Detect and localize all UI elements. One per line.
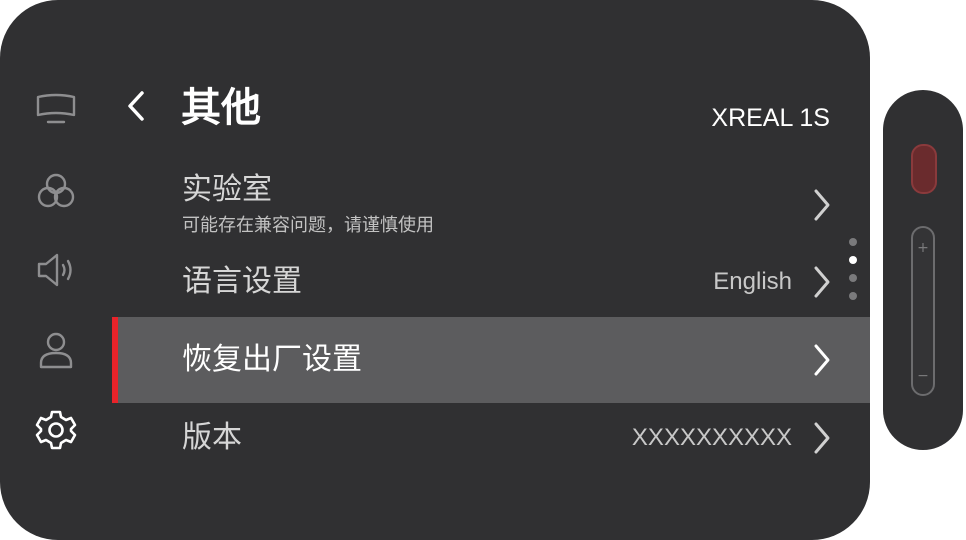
volume-slider[interactable]: + − <box>911 226 935 396</box>
selection-indicator <box>112 317 118 403</box>
menu-item-subtitle: 可能存在兼容问题，请谨慎使用 <box>182 215 434 236</box>
chevron-left-icon <box>126 90 146 126</box>
device-name: XREAL 1S <box>711 104 830 132</box>
chevron-right-icon <box>810 187 834 223</box>
chevron-right-icon <box>810 264 834 300</box>
menu-item-version[interactable]: 版本 XXXXXXXXXX <box>112 408 870 470</box>
volume-plus-icon: + <box>917 240 929 256</box>
power-button[interactable] <box>911 144 937 194</box>
gear-icon <box>35 409 77 451</box>
version-value: XXXXXXXXXX <box>631 424 792 451</box>
menu-item-label: 实验室 <box>182 172 272 207</box>
sidebar-item-account[interactable] <box>34 328 78 372</box>
sidebar-item-other[interactable] <box>34 408 78 452</box>
chevron-right-icon <box>810 342 834 378</box>
back-button[interactable] <box>118 88 154 128</box>
menu-item-label: 语言设置 <box>182 264 302 299</box>
speaker-icon <box>35 250 77 290</box>
menu-item-language[interactable]: 语言设置 English <box>112 252 870 314</box>
user-icon <box>36 330 76 370</box>
page-dot <box>849 274 857 282</box>
chevron-right-icon <box>810 420 834 456</box>
page-title: 其他 <box>181 85 261 131</box>
menu-item-lab[interactable]: 实验室 可能存在兼容问题，请谨慎使用 <box>112 168 870 244</box>
sidebar-item-display[interactable] <box>34 87 78 131</box>
sidebar-item-sound[interactable] <box>34 248 78 292</box>
menu-item-factory-reset[interactable]: 恢复出厂设置 <box>112 317 870 403</box>
page-dot-active <box>849 256 857 264</box>
page-indicator <box>849 238 859 310</box>
sidebar-item-color[interactable] <box>34 169 78 213</box>
page-dot <box>849 238 857 246</box>
display-icon <box>35 91 77 127</box>
page-dot <box>849 292 857 300</box>
side-control-panel: + − <box>883 90 963 450</box>
language-value: English <box>713 268 792 295</box>
menu-item-label: 恢复出厂设置 <box>182 342 362 377</box>
volume-minus-icon: − <box>917 368 929 384</box>
menu-item-label: 版本 <box>182 420 242 455</box>
settings-panel: 其他 XREAL 1S 实验室 可能存在兼容问题，请谨慎使用 语言设置 Engl… <box>0 0 870 540</box>
color-circles-icon <box>35 171 77 211</box>
